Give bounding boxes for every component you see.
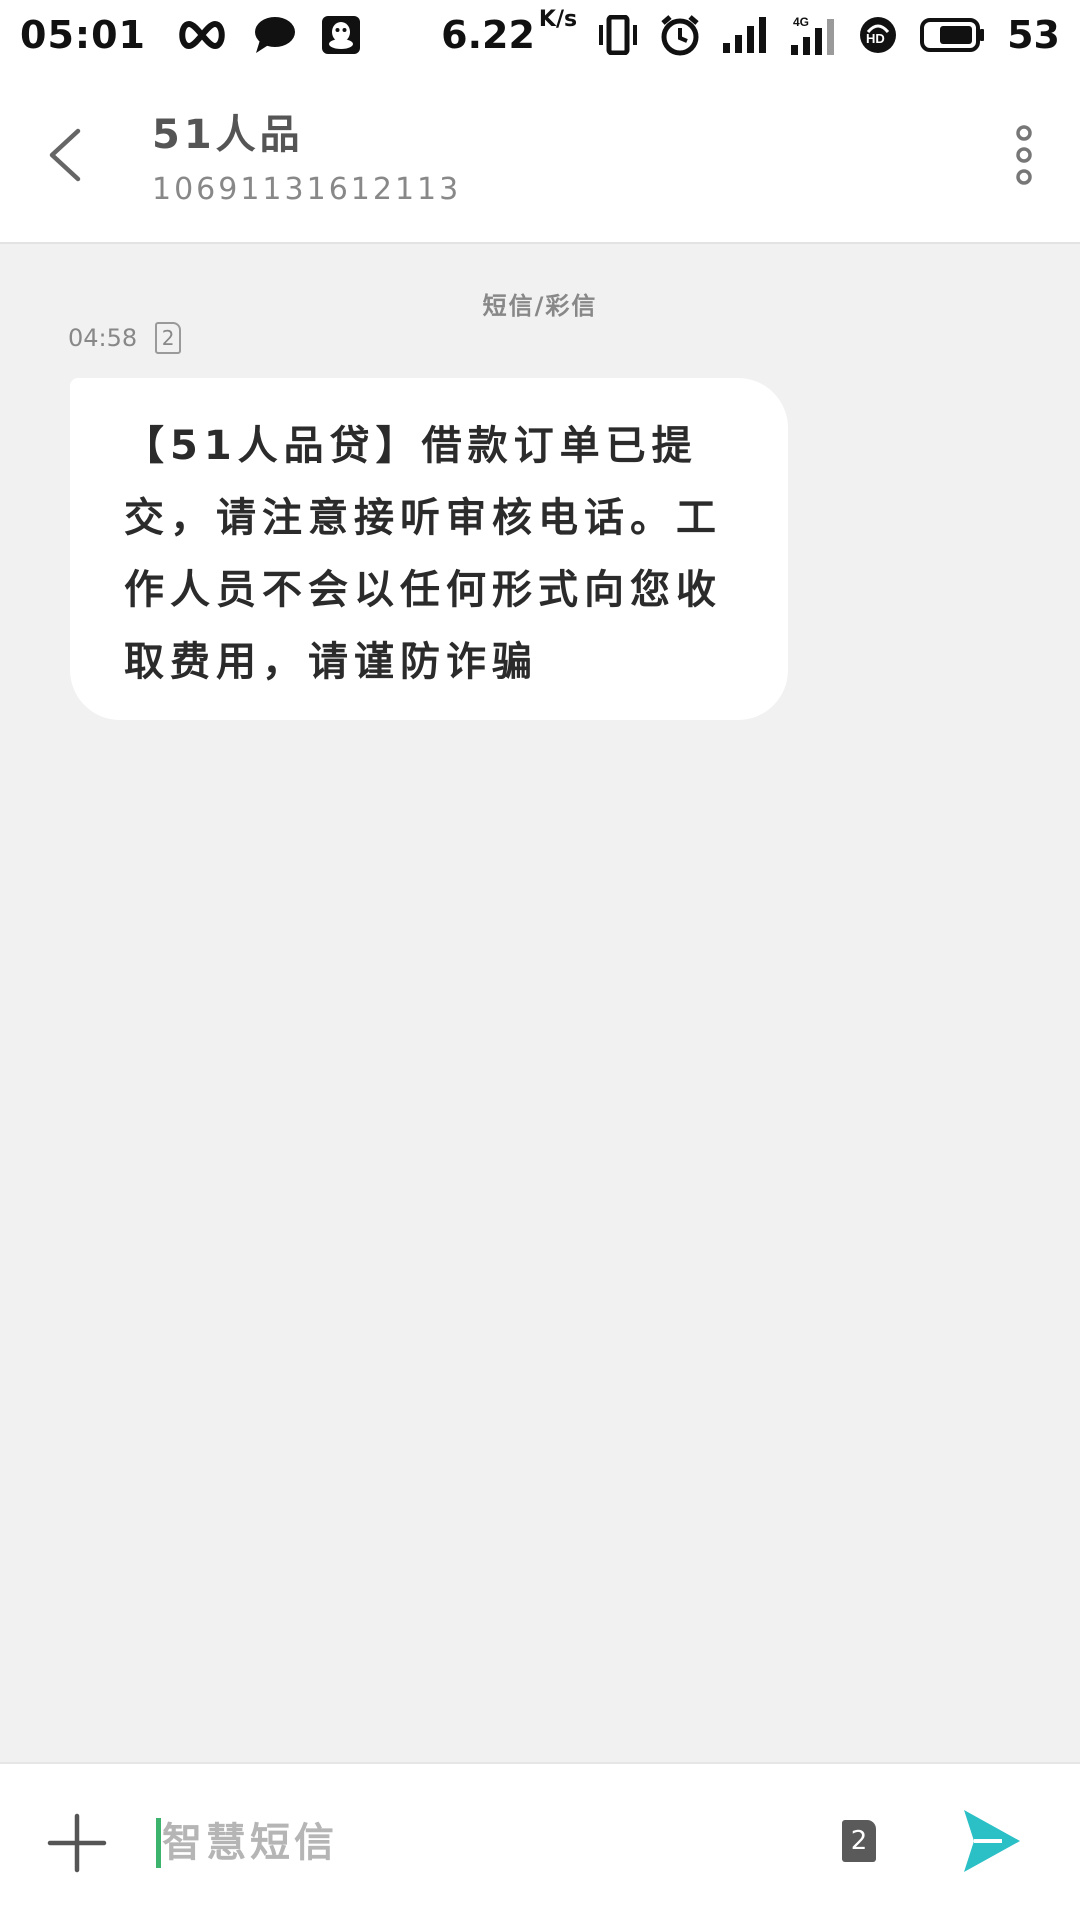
hd-voice-icon: HD — [859, 16, 897, 54]
notification-icons — [176, 16, 360, 54]
sim-select-number: 2 — [850, 1826, 868, 1856]
signal-icon — [723, 17, 769, 53]
message-input[interactable] — [162, 1808, 802, 1878]
status-bar: 05:01 6.22 K/s 4G HD 53 — [0, 0, 1080, 70]
svg-text:4G: 4G — [793, 15, 809, 29]
conversation-header: 51人品 10691131612113 — [0, 70, 1080, 244]
system-icons: 6.22 K/s 4G HD 53 — [441, 7, 1060, 57]
sim-select-button[interactable]: 2 — [842, 1820, 876, 1862]
network-speed-unit: K/s — [538, 7, 578, 32]
status-time: 05:01 — [20, 13, 146, 57]
battery-icon — [919, 17, 985, 53]
qq-icon — [321, 16, 360, 54]
message-text: 【51人品贷】借款订单已提交，请注意接听审核电话。工作人员不会以任何形式向您收取… — [124, 423, 722, 685]
send-icon — [962, 1808, 1022, 1874]
message-type-label: 短信/彩信 — [482, 292, 598, 320]
sim-badge-number: 2 — [161, 326, 175, 350]
text-cursor — [156, 1818, 161, 1868]
battery-percent: 53 — [1007, 13, 1060, 57]
infinity-icon — [176, 20, 228, 50]
message-time: 04:58 — [68, 324, 138, 352]
message-bubble[interactable]: 【51人品贷】借款订单已提交，请注意接听审核电话。工作人员不会以任何形式向您收取… — [70, 378, 788, 720]
contact-number: 10691131612113 — [152, 172, 462, 207]
svg-text:HD: HD — [866, 31, 885, 46]
send-button[interactable] — [962, 1808, 1022, 1874]
signal-4g-icon: 4G — [791, 15, 837, 55]
plus-icon — [46, 1812, 108, 1874]
network-speed: 6.22 K/s — [441, 7, 577, 57]
sim-card-icon: 2 — [155, 322, 182, 354]
network-speed-value: 6.22 — [441, 13, 535, 57]
message-composer: 2 — [0, 1762, 1080, 1920]
more-options-button[interactable] — [1004, 122, 1044, 188]
contact-name: 51人品 — [152, 112, 304, 158]
add-attachment-button[interactable] — [46, 1812, 108, 1874]
alarm-icon — [659, 14, 701, 56]
back-arrow-icon — [46, 127, 82, 183]
vibrate-icon — [599, 15, 638, 55]
chat-bubble-icon — [254, 16, 296, 54]
message-meta: 04:58 2 — [68, 322, 182, 354]
more-vertical-icon — [1014, 125, 1034, 185]
back-button[interactable] — [34, 120, 94, 190]
